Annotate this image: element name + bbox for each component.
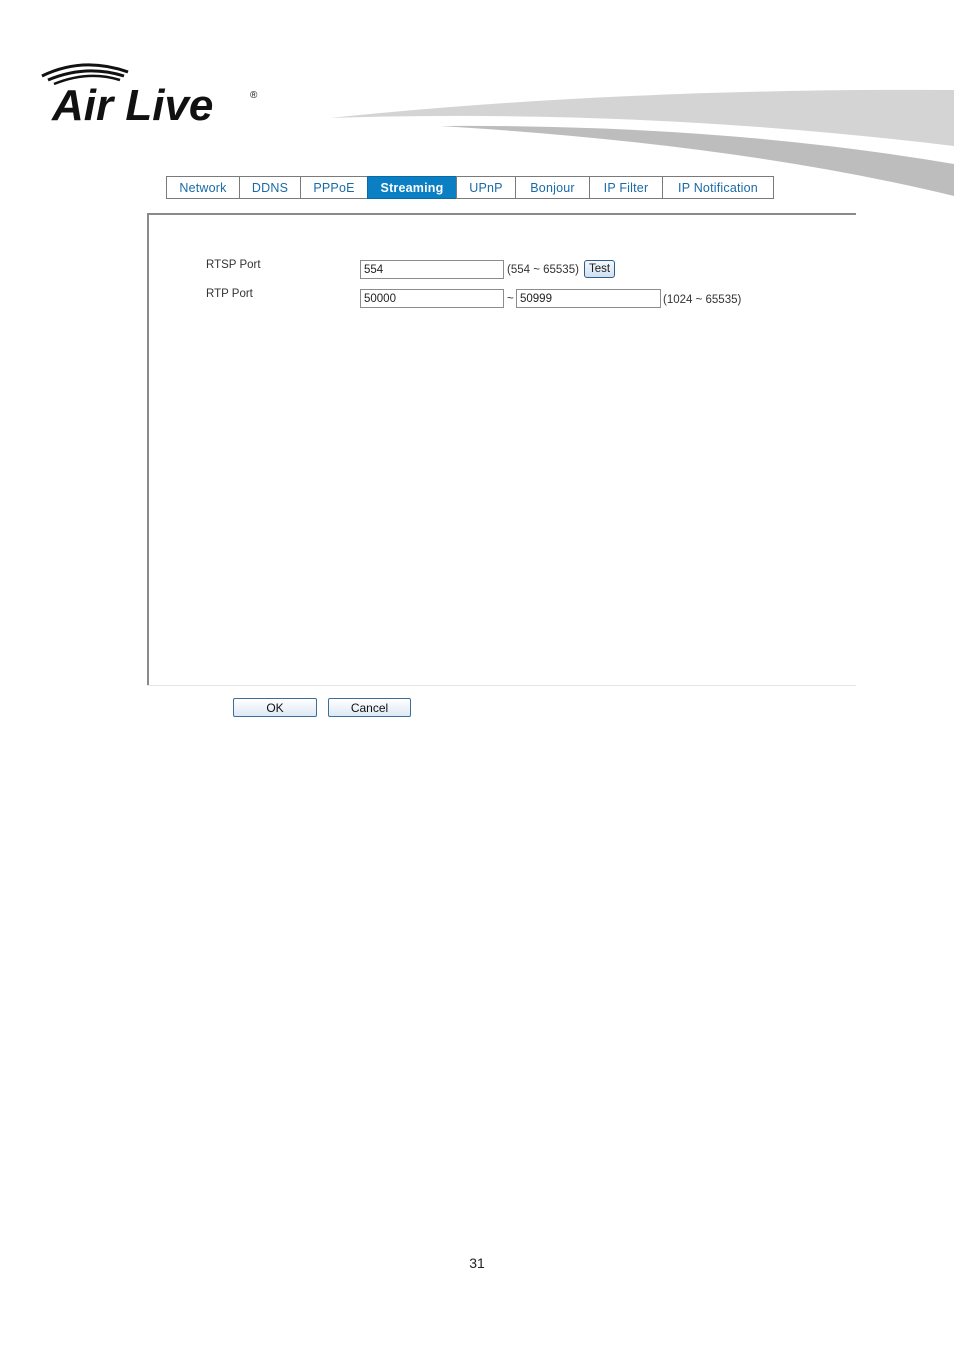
panel-top-border bbox=[147, 213, 856, 215]
tab-pppoe[interactable]: PPPoE bbox=[300, 176, 368, 199]
rtsp-port-input[interactable] bbox=[360, 260, 504, 279]
svg-text:®: ® bbox=[250, 90, 258, 101]
rtsp-port-range-hint: (554 ~ 65535) bbox=[507, 264, 579, 276]
rtp-port-separator: ~ bbox=[507, 293, 514, 305]
cancel-button[interactable]: Cancel bbox=[328, 698, 411, 717]
settings-tab-bar: Network DDNS PPPoE Streaming UPnP Bonjou… bbox=[166, 176, 774, 199]
svg-text:Air Live: Air Live bbox=[51, 81, 213, 128]
airlive-logo: Air Live ® bbox=[38, 58, 268, 130]
panel-bottom-border bbox=[147, 685, 856, 686]
tab-ip-notification[interactable]: IP Notification bbox=[662, 176, 774, 199]
rtp-port-label: RTP Port bbox=[206, 288, 253, 300]
test-button[interactable]: Test bbox=[584, 260, 616, 278]
tab-network[interactable]: Network bbox=[166, 176, 240, 199]
tab-ip-filter[interactable]: IP Filter bbox=[589, 176, 663, 199]
tab-streaming[interactable]: Streaming bbox=[367, 176, 457, 199]
rtp-port-from-input[interactable] bbox=[360, 289, 504, 308]
tab-ddns[interactable]: DDNS bbox=[239, 176, 301, 199]
ok-button[interactable]: OK bbox=[233, 698, 317, 717]
rtp-port-range-hint: (1024 ~ 65535) bbox=[663, 294, 742, 306]
streaming-settings-panel: RTSP Port (554 ~ 65535) Test RTP Port ~ … bbox=[147, 213, 856, 686]
rtsp-port-label: RTSP Port bbox=[206, 259, 261, 271]
panel-left-border bbox=[147, 213, 149, 686]
tab-bonjour[interactable]: Bonjour bbox=[515, 176, 590, 199]
tab-upnp[interactable]: UPnP bbox=[456, 176, 516, 199]
page-number: 31 bbox=[469, 1255, 485, 1271]
rtp-port-to-input[interactable] bbox=[516, 289, 661, 308]
